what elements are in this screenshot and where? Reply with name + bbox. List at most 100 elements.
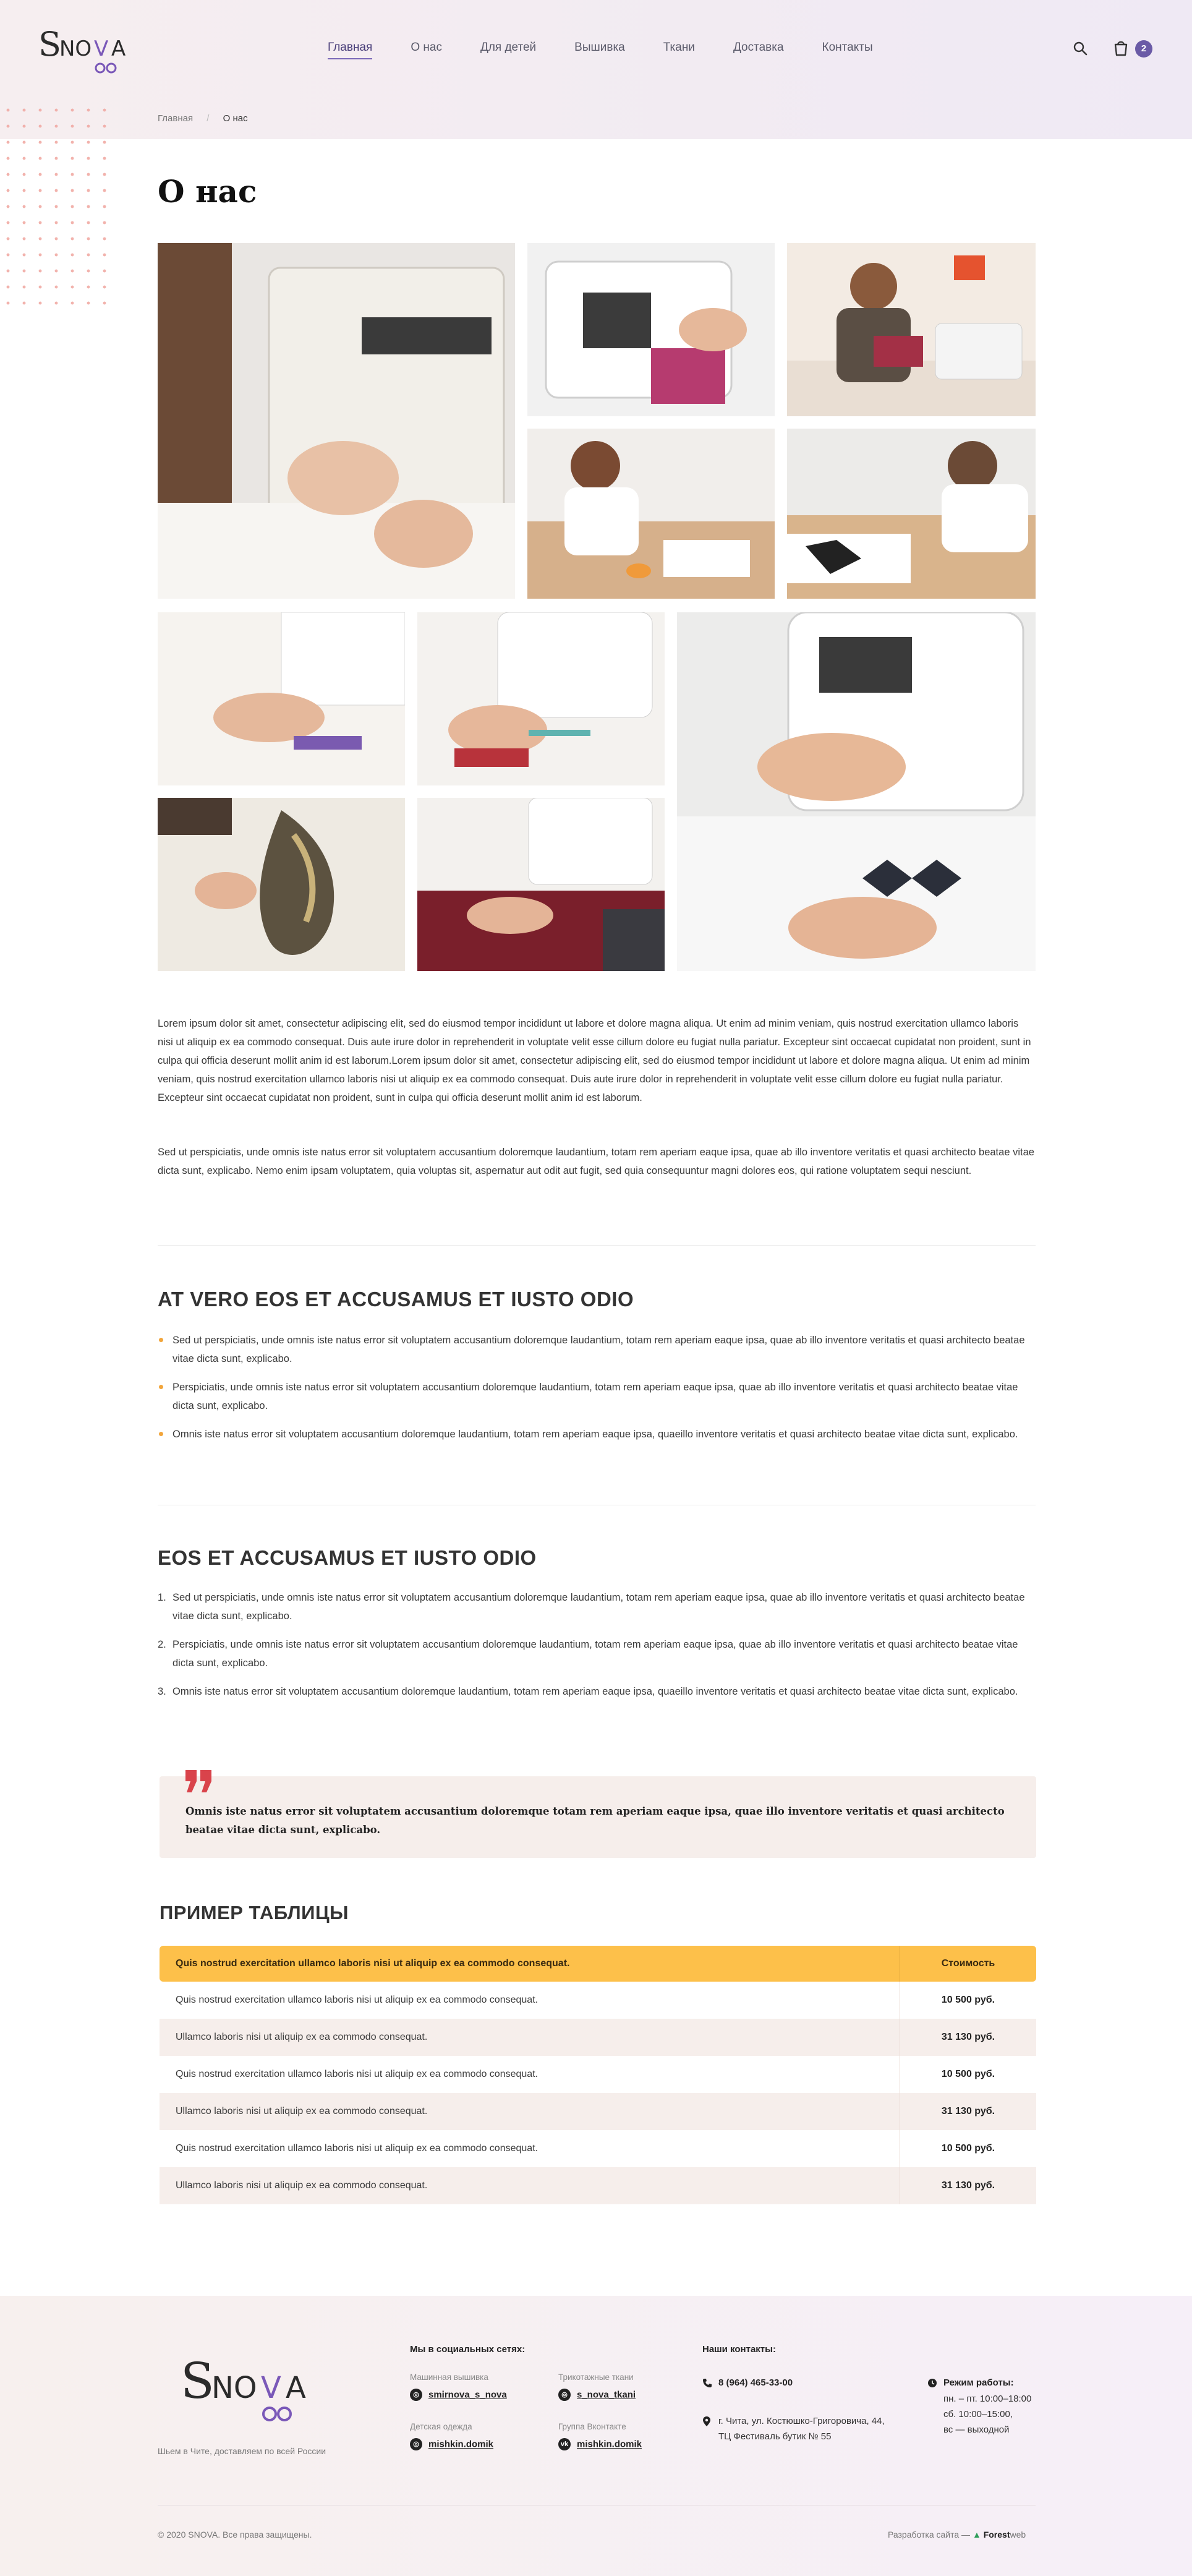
nav-item-fabrics[interactable]: Ткани bbox=[663, 41, 695, 59]
list-item: Perspiciatis, unde omnis iste natus erro… bbox=[158, 1378, 1036, 1415]
svg-text:S: S bbox=[181, 2352, 215, 2410]
social-caption: Группа Вконтакте bbox=[558, 2422, 626, 2431]
social-handle: s_nova_tkani bbox=[577, 2389, 636, 2400]
search-icon[interactable] bbox=[1073, 41, 1088, 56]
social-caption: Детская одежда bbox=[410, 2422, 472, 2431]
social-handle: mishkin.domik bbox=[428, 2439, 494, 2450]
svg-text:NO: NO bbox=[59, 36, 92, 61]
social-link[interactable]: ◎ s_nova_tkani bbox=[558, 2389, 636, 2401]
price-table: Quis nostrud exercitation ullamco labori… bbox=[160, 1946, 1036, 2204]
section-divider bbox=[158, 1245, 1036, 1246]
svg-text:V: V bbox=[94, 36, 108, 61]
gallery-photo[interactable] bbox=[527, 429, 775, 599]
phone-icon bbox=[703, 2379, 712, 2387]
decorative-dots bbox=[0, 102, 114, 312]
nav-item-kids[interactable]: Для детей bbox=[480, 41, 536, 59]
contact-phone[interactable]: 8 (964) 465-33-00 bbox=[718, 2375, 793, 2390]
contact-address: г. Чита, ул. Костюшко-Григоровича, 44, Т… bbox=[718, 2416, 885, 2442]
social-handle: mishkin.domik bbox=[577, 2439, 642, 2450]
section-title: AT VERO EOS ET ACCUSAMUS ET IUSTO ODIO bbox=[158, 1288, 634, 1311]
numbered-list: 1. Sed ut perspiciatis, unde omnis iste n… bbox=[158, 1588, 1036, 1711]
svg-text:NO: NO bbox=[211, 2371, 257, 2405]
hours-line: вс — выходной bbox=[943, 2424, 1010, 2435]
table-price-cell: 10 500 руб. bbox=[900, 1982, 1036, 2019]
gallery-photo[interactable] bbox=[158, 612, 405, 785]
social-handle: smirnova_s_nova bbox=[428, 2389, 507, 2400]
social-link[interactable]: ◎ mishkin.domik bbox=[410, 2438, 493, 2450]
table-price-cell: 10 500 руб. bbox=[900, 2056, 1036, 2093]
table-price-cell: 31 130 руб. bbox=[900, 2093, 1036, 2130]
intro-paragraph: Sed ut perspiciatis, unde omnis iste nat… bbox=[158, 1147, 1034, 1176]
gallery-photo[interactable] bbox=[158, 798, 405, 971]
list-item-text: Sed ut perspiciatis, unde omnis iste nat… bbox=[172, 1592, 1025, 1622]
dev-name: Forest bbox=[983, 2530, 1010, 2540]
cart-count-badge[interactable]: 2 bbox=[1135, 40, 1152, 58]
svg-text:S: S bbox=[38, 25, 61, 64]
hours-line: сб. 10:00–15:00, bbox=[943, 2409, 1013, 2420]
main-nav: Главная О нас Для детей Вышивка Ткани До… bbox=[328, 41, 911, 59]
table-price-cell: 31 130 руб. bbox=[900, 2019, 1036, 2056]
footer-snova-logo[interactable]: S NO V A bbox=[179, 2341, 321, 2428]
breadcrumb: Главная / О нас bbox=[158, 113, 259, 124]
location-icon bbox=[703, 2416, 710, 2426]
list-number: 3. bbox=[158, 1686, 166, 1697]
instagram-icon: ◎ bbox=[558, 2389, 571, 2401]
svg-text:V: V bbox=[261, 2371, 281, 2405]
list-item: 1. Sed ut perspiciatis, unde omnis iste n… bbox=[158, 1588, 1036, 1625]
svg-text:A: A bbox=[111, 36, 126, 61]
nav-item-delivery[interactable]: Доставка bbox=[733, 41, 784, 59]
hours-line: пн. – пт. 10:00–18:00 bbox=[943, 2394, 1032, 2404]
gallery-photo[interactable] bbox=[158, 243, 515, 599]
table-cell: Ullamco laboris nisi ut aliquip ex ea co… bbox=[176, 2106, 428, 2116]
gallery-photo[interactable] bbox=[677, 612, 1036, 971]
list-number: 1. bbox=[158, 1592, 166, 1603]
list-item-text: Perspiciatis, unde omnis iste natus erro… bbox=[172, 1639, 1018, 1669]
svg-text:A: A bbox=[286, 2371, 306, 2405]
table-cell: Ullamco laboris nisi ut aliquip ex ea co… bbox=[176, 2032, 428, 2042]
social-link[interactable]: ◎ smirnova_s_nova bbox=[410, 2389, 507, 2401]
gallery-photo[interactable] bbox=[787, 243, 1036, 416]
copyright: © 2020 SNOVA. Все права защищены. bbox=[158, 2530, 312, 2540]
table-row: Quis nostrud exercitation ullamco labori… bbox=[160, 1982, 1036, 2019]
social-caption: Трикотажные ткани bbox=[558, 2373, 634, 2382]
nav-item-contacts[interactable]: Контакты bbox=[822, 41, 873, 59]
nav-item-embroidery[interactable]: Вышивка bbox=[574, 41, 625, 59]
gallery-photo[interactable] bbox=[527, 243, 775, 416]
list-number: 2. bbox=[158, 1639, 166, 1650]
clock-icon bbox=[928, 2379, 937, 2387]
dev-suffix: web bbox=[1010, 2530, 1026, 2540]
list-item: Omnis iste natus error sit voluptatem ac… bbox=[158, 1425, 1036, 1444]
instagram-icon: ◎ bbox=[410, 2389, 422, 2401]
developer-credit[interactable]: Разработка сайта — ▲ Forestweb bbox=[888, 2530, 1026, 2540]
table-cell: Quis nostrud exercitation ullamco labori… bbox=[176, 2143, 539, 2154]
table-row: Ullamco laboris nisi ut aliquip ex ea co… bbox=[160, 2167, 1036, 2204]
table-row: Quis nostrud exercitation ullamco labori… bbox=[160, 2056, 1036, 2093]
list-item-text: Omnis iste natus error sit voluptatem ac… bbox=[172, 1686, 1018, 1697]
table-price-cell: 31 130 руб. bbox=[900, 2167, 1036, 2204]
page-title: О нас bbox=[158, 173, 257, 210]
hours-title: Режим работы: bbox=[943, 2377, 1014, 2388]
table-cell: Ullamco laboris nisi ut aliquip ex ea co… bbox=[176, 2180, 428, 2191]
social-title: Мы в социальных сетях: bbox=[410, 2344, 526, 2355]
social-caption: Машинная вышивка bbox=[410, 2373, 488, 2382]
table-row: Quis nostrud exercitation ullamco labori… bbox=[160, 2130, 1036, 2167]
table-row: Ullamco laboris nisi ut aliquip ex ea co… bbox=[160, 2093, 1036, 2130]
breadcrumb-current: О нас bbox=[223, 113, 248, 124]
gallery-photo[interactable] bbox=[787, 429, 1036, 599]
social-link[interactable]: vk mishkin.domik bbox=[558, 2438, 642, 2450]
quote-text: Omnis iste natus error sit voluptatem ac… bbox=[185, 1805, 1005, 1836]
nav-item-about[interactable]: О нас bbox=[411, 41, 442, 59]
breadcrumb-separator: / bbox=[206, 113, 210, 124]
forest-leaf-icon: ▲ bbox=[972, 2530, 981, 2540]
table-price-cell: 10 500 руб. bbox=[900, 2130, 1036, 2167]
snova-logo[interactable]: S NO V A bbox=[37, 17, 136, 79]
gallery-photo[interactable] bbox=[417, 798, 665, 971]
list-item: 2. Perspiciatis, unde omnis iste natus er… bbox=[158, 1635, 1036, 1672]
contacts-title: Наши контакты: bbox=[702, 2344, 776, 2355]
gallery-photo[interactable] bbox=[417, 612, 665, 785]
table-header-cell: Стоимость bbox=[900, 1946, 1036, 1982]
nav-item-home[interactable]: Главная bbox=[328, 41, 373, 59]
breadcrumb-home[interactable]: Главная bbox=[158, 113, 193, 124]
table-header-row: Quis nostrud exercitation ullamco labori… bbox=[160, 1946, 1036, 1982]
footer-slogan: Шьем в Чите, доставляем по всей России bbox=[158, 2446, 326, 2456]
